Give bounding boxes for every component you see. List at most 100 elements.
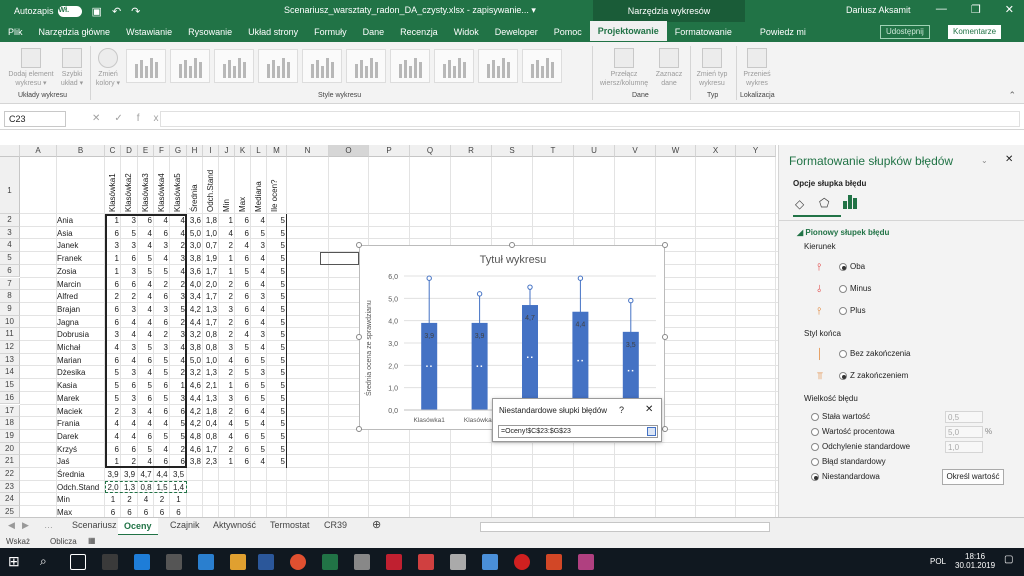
col-header-D[interactable]: D [121, 145, 138, 157]
chart-selected-point[interactable] [426, 365, 428, 367]
undo-icon[interactable]: ↶ [112, 5, 121, 18]
student-name[interactable]: Dżesika [57, 366, 105, 379]
file-explorer-icon[interactable] [230, 554, 246, 570]
chart-style-10[interactable] [522, 49, 562, 83]
share-button[interactable]: Udostępnij [880, 25, 930, 39]
fill-line-icon[interactable]: ◇ [795, 197, 804, 211]
excel-icon[interactable] [322, 554, 338, 570]
chart-y-tick[interactable]: 6,0 [388, 274, 398, 281]
tab-10[interactable]: Pomoc [546, 22, 590, 42]
tab-0[interactable]: Plik [0, 22, 31, 42]
tab-1[interactable]: Narzędzia główne [31, 22, 119, 42]
summary-cell[interactable]: 2 [121, 493, 138, 506]
summary-cell[interactable]: 6 [105, 506, 121, 517]
col-header-Q[interactable]: Q [410, 145, 451, 157]
radio-fixed-value[interactable] [811, 413, 819, 421]
row-header-13[interactable]: 13 [0, 353, 20, 367]
summary-cell[interactable]: 2 [154, 493, 170, 506]
row-header-18[interactable]: 18 [0, 417, 20, 430]
chart-y-tick[interactable]: 4,0 [388, 319, 398, 326]
row-header-22[interactable]: 22 [0, 468, 20, 481]
row-header-1[interactable]: 1 [0, 157, 20, 214]
search-icon[interactable]: ⌕ [40, 554, 56, 570]
student-name[interactable]: Michał [57, 341, 105, 354]
chart-selected-point[interactable] [527, 356, 529, 359]
chart-selected-point[interactable] [480, 365, 483, 367]
row-header-5[interactable]: 5 [0, 252, 20, 265]
chart-error-bar-handle[interactable] [628, 297, 634, 304]
chart-x-tick[interactable]: Klasówka1 [413, 417, 445, 424]
tab-9[interactable]: Deweloper [487, 22, 546, 42]
row-header-24[interactable]: 24 [0, 493, 20, 507]
col-header-J[interactable]: J [219, 145, 235, 157]
row-header-11[interactable]: 11 [0, 328, 20, 341]
chart-y-tick[interactable]: 3,0 [388, 341, 398, 348]
row-header-23[interactable]: 23 [0, 480, 20, 494]
dialog-close-button[interactable]: ✕ [645, 404, 653, 415]
header-D[interactable]: Klasówka2 [124, 173, 133, 212]
col-header-A[interactable]: A [20, 145, 57, 157]
radio-minus[interactable] [839, 285, 847, 293]
tab-7[interactable]: Recenzja [392, 22, 446, 42]
col-header-Y[interactable]: Y [736, 145, 776, 157]
autosave[interactable]: Autozapis Wł. [14, 5, 82, 17]
sheet-tab-termostat[interactable]: Termostat [270, 520, 310, 530]
student-name[interactable]: Frania [57, 417, 105, 430]
chart-style-3[interactable] [214, 49, 254, 83]
student-name[interactable]: Darek [57, 430, 105, 443]
firefox-icon[interactable] [290, 554, 306, 570]
option-cap[interactable]: Z zakończeniem [850, 371, 908, 380]
col-header-W[interactable]: W [656, 145, 696, 157]
col-header-G[interactable]: G [170, 145, 187, 157]
comments-button[interactable]: Komentarze [948, 25, 1002, 39]
option-minus[interactable]: Minus [850, 284, 871, 293]
app-icon-4[interactable] [354, 554, 370, 570]
summary-cell[interactable]: 4,4 [154, 468, 170, 481]
chart-y-tick[interactable]: 0,0 [388, 408, 398, 415]
tab-5[interactable]: Formuły [306, 22, 355, 42]
chart-style-4[interactable] [258, 49, 298, 83]
quick-layout-button[interactable]: Szybki układ ▾ [58, 48, 86, 88]
student-name[interactable]: Franek [57, 252, 105, 265]
select-all-corner[interactable] [0, 145, 20, 157]
clock[interactable]: 18:16 30.01.2019 [955, 552, 995, 570]
chart-selected-point[interactable] [430, 365, 432, 367]
col-header-V[interactable]: V [615, 145, 656, 157]
header-K[interactable]: Max [238, 197, 247, 212]
col-header-I[interactable]: I [203, 145, 219, 157]
summary-cell[interactable]: 3,9 [121, 468, 138, 481]
bar-options-icon[interactable] [843, 195, 859, 209]
summary-cell[interactable]: 3,9 [105, 468, 121, 481]
macro-record-icon[interactable]: ▦ [88, 536, 96, 545]
summary-cell[interactable]: 4 [138, 493, 154, 506]
option-both[interactable]: Oba [850, 262, 865, 271]
header-E[interactable]: Klasówka3 [141, 173, 150, 212]
chart-style-9[interactable] [478, 49, 518, 83]
summary-label[interactable]: Odch.Stand [57, 481, 105, 494]
select-data-button[interactable]: Zaznacz dane [652, 48, 686, 88]
app-icon-3[interactable] [198, 554, 214, 570]
header-J[interactable]: Min [222, 199, 231, 212]
header-C[interactable]: Klasówka1 [108, 173, 117, 212]
row-header-16[interactable]: 16 [0, 391, 20, 405]
row-header-14[interactable]: 14 [0, 366, 20, 380]
col-header-M[interactable]: M [267, 145, 287, 157]
move-chart-button[interactable]: Przenieś wykres [740, 48, 774, 88]
sheet-tab-oceny[interactable]: Oceny [118, 518, 158, 536]
col-header-H[interactable]: H [187, 145, 203, 157]
add-sheet-icon[interactable]: ⊕ [372, 518, 381, 531]
chart-style-7[interactable] [390, 49, 430, 83]
radio-std-dev[interactable] [811, 443, 819, 451]
radio-both[interactable] [839, 263, 847, 271]
task-view-icon[interactable] [70, 554, 86, 570]
radio-plus[interactable] [839, 307, 847, 315]
close-icon[interactable]: ✕ [1005, 3, 1014, 16]
tab-12[interactable]: Formatowanie [667, 22, 740, 42]
row-header-7[interactable]: 7 [0, 277, 20, 291]
save-icon[interactable]: ▣ [92, 5, 102, 18]
header-H[interactable]: Średnia [190, 184, 199, 212]
opera-icon[interactable] [514, 554, 530, 570]
change-chart-type-button[interactable]: Zmień typ wykresu [692, 48, 732, 88]
tab-8[interactable]: Widok [446, 22, 487, 42]
row-header-21[interactable]: 21 [0, 455, 20, 468]
